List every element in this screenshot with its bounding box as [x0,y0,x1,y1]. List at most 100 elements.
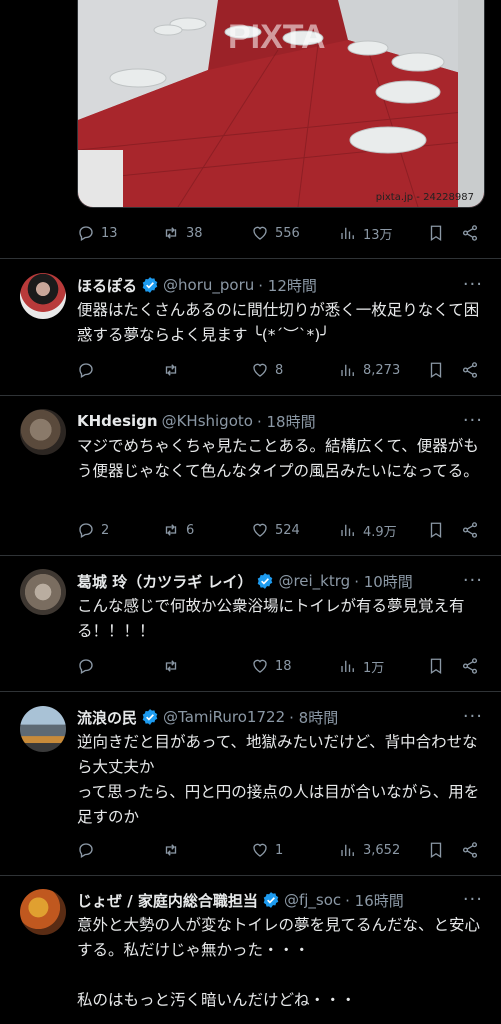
like-button[interactable]: 1 [251,841,283,859]
more-options-icon[interactable]: ··· [463,570,483,591]
like-button[interactable]: 556 [251,224,300,242]
tweet-actions: 1 3,652 [77,838,482,862]
view-count: 8,273 [363,362,401,378]
views-button[interactable]: 8,273 [339,361,400,379]
bathroom-photo: PIXTA [78,0,484,207]
retweet-icon [162,361,180,379]
reply-icon [77,521,95,539]
more-options-icon[interactable]: ··· [463,706,483,727]
tweet-header: 葛城 玲（カツラギ レイ） @rei_ktrg · 10時間 [77,570,413,592]
avatar[interactable] [20,569,66,615]
share-button[interactable] [461,521,479,539]
reply-button[interactable]: 13 [77,224,118,242]
reply-button[interactable] [77,361,101,379]
retweet-button[interactable]: 6 [162,521,194,539]
tweet-text: 便器はたくさんあるのに間仕切りが悉く一枚足りなくて困惑する夢ならよく見ます ╰(… [77,301,480,344]
view-count: 1万 [363,660,385,676]
bookmark-button[interactable] [427,841,445,859]
like-count: 8 [275,362,284,378]
timestamp[interactable]: · 10時間 [354,571,413,592]
more-options-icon[interactable]: ··· [463,889,483,910]
retweet-count: 38 [186,225,203,241]
reply-icon [77,361,95,379]
tweet-header: 流浪の民 @TamiRuro1722 · 8時間 [77,706,338,728]
views-button[interactable]: 13万 [339,224,393,243]
more-options-icon[interactable]: ··· [463,410,483,431]
retweet-icon [162,841,180,859]
heart-icon [251,361,269,379]
avatar[interactable] [20,889,66,935]
user-handle[interactable]: @horu_poru [163,276,254,294]
share-button[interactable] [461,657,479,675]
share-button[interactable] [461,841,479,859]
top-tweet-actions: 13 38 556 13万 [77,221,482,245]
reply-icon [77,841,95,859]
user-handle[interactable]: @fj_soc [284,891,341,909]
retweet-icon [162,657,180,675]
divider [0,258,501,259]
more-options-icon[interactable]: ··· [463,274,483,295]
heart-icon [251,657,269,675]
tweet-media-image[interactable]: PIXTA pixta.jp - 24228987 [77,0,485,208]
tweet-text: マジでめちゃくちゃ見たことある。結構広くて、便器がもう便器じゃなくて色んなタイプ… [77,437,479,480]
bookmark-button[interactable] [427,521,445,539]
bookmark-button[interactable] [427,361,445,379]
retweet-button[interactable] [162,657,186,675]
views-button[interactable]: 4.9万 [339,521,397,540]
like-button[interactable]: 8 [251,361,283,379]
display-name[interactable]: 流浪の民 [77,707,137,728]
avatar[interactable] [20,706,66,752]
share-button[interactable] [461,361,479,379]
bookmark-icon [427,361,445,379]
user-handle[interactable]: @KHshigoto [162,412,253,430]
retweet-count: 6 [186,522,195,538]
reply-button[interactable]: 2 [77,521,109,539]
reply-icon [77,224,95,242]
bookmark-icon [427,657,445,675]
reply-count: 13 [101,225,118,241]
reply-icon [77,657,95,675]
divider [0,691,501,692]
share-icon [461,361,479,379]
timestamp[interactable]: · 18時間 [257,411,316,432]
avatar[interactable] [20,273,66,319]
user-handle[interactable]: @TamiRuro1722 [163,708,285,726]
bookmark-button[interactable] [427,657,445,675]
display-name[interactable]: ほるぽる [77,275,137,296]
user-handle[interactable]: @rei_ktrg [278,572,350,590]
like-count: 1 [275,842,284,858]
avatar[interactable] [20,409,66,455]
like-button[interactable]: 524 [251,521,300,539]
display-name[interactable]: KHdesign [77,412,158,430]
retweet-button[interactable] [162,361,186,379]
divider [0,875,501,876]
like-button[interactable]: 18 [251,657,292,675]
reply-button[interactable] [77,657,101,675]
retweet-icon [162,224,180,242]
tweet-text: こんな感じで何故か公衆浴場にトイレが有る夢見覚え有る！！！！ [77,597,465,640]
share-icon [461,657,479,675]
retweet-button[interactable] [162,841,186,859]
heart-icon [251,521,269,539]
verified-badge-icon [256,572,274,590]
display-name[interactable]: じょぜ / 家庭内総合職担当 [77,890,258,911]
analytics-icon [339,657,357,675]
retweet-button[interactable]: 38 [162,224,203,242]
timestamp[interactable]: · 16時間 [345,890,404,911]
view-count: 13万 [363,227,393,243]
views-button[interactable]: 1万 [339,657,384,676]
analytics-icon [339,224,357,242]
tweet-text: 意外と大勢の人が変なトイレの夢を見てるんだな、と安心する。私だけじゃ無かった・・… [77,916,481,1009]
reply-button[interactable] [77,841,101,859]
bookmark-button[interactable] [427,224,445,242]
timestamp[interactable]: · 8時間 [289,707,338,728]
share-button[interactable] [461,224,479,242]
tweet-header: ほるぽる @horu_poru · 12時間 [77,274,317,296]
watermark-text: PIXTA [228,18,326,56]
like-count: 524 [275,522,300,538]
bookmark-icon [427,521,445,539]
share-icon [461,224,479,242]
display-name[interactable]: 葛城 玲（カツラギ レイ） [77,571,252,592]
views-button[interactable]: 3,652 [339,841,400,859]
timestamp[interactable]: · 12時間 [258,275,317,296]
